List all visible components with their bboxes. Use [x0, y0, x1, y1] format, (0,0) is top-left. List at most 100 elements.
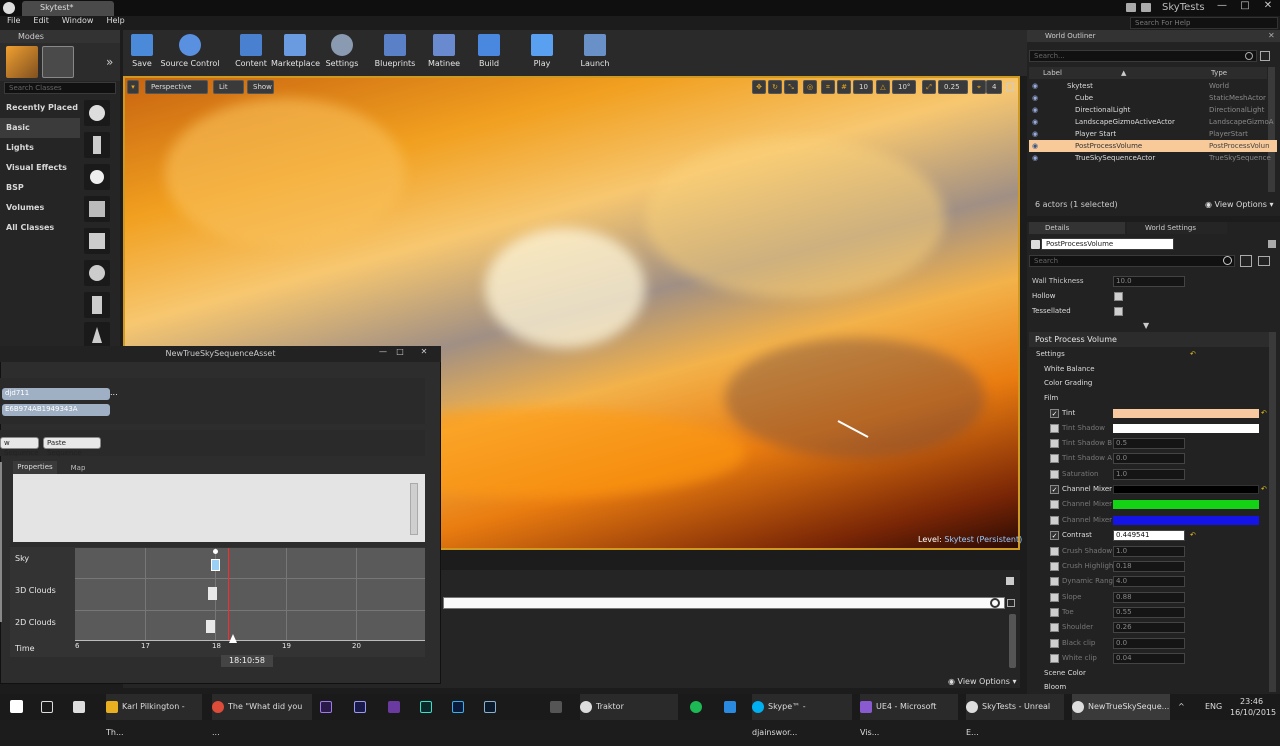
launch-button[interactable]: Launch — [580, 30, 610, 76]
matinee-button[interactable]: Matinee — [427, 30, 461, 76]
marketplace-button[interactable]: Marketplace — [271, 30, 320, 76]
white-clip-field[interactable]: 0.04 — [1113, 653, 1185, 664]
rotation-snap-icon[interactable]: △ — [876, 80, 890, 94]
lock-icon[interactable] — [1268, 240, 1276, 248]
taskbar-item-karl[interactable]: Karl Pilkington - Th... — [106, 694, 202, 737]
source-control-icon[interactable] — [1141, 3, 1151, 12]
perspective-button[interactable]: Perspective — [145, 80, 208, 94]
clock-time[interactable]: 23:46 — [1240, 697, 1263, 706]
properties-tab[interactable]: Properties — [13, 461, 57, 474]
checkbox[interactable] — [1050, 654, 1059, 663]
color-grading-group[interactable]: Color Grading — [1032, 376, 1278, 391]
toe-field[interactable]: 0.55 — [1113, 607, 1185, 618]
menu-help[interactable]: Help — [106, 16, 124, 25]
task-view-button[interactable] — [41, 694, 57, 720]
outliner-row[interactable]: ◉ Skytest World — [1029, 80, 1277, 92]
contrast-checkbox[interactable]: ✓ — [1050, 531, 1059, 540]
reset-arrow-icon[interactable]: ↶ — [1190, 528, 1196, 543]
channel-mixer-swatch[interactable] — [1113, 500, 1259, 509]
cube-thumb[interactable] — [84, 228, 110, 254]
minimize-button[interactable]: — — [1210, 0, 1234, 14]
settings-button[interactable]: Settings — [324, 30, 360, 76]
seq-ellipsis[interactable]: ... — [110, 388, 118, 397]
play-button[interactable]: Play — [528, 30, 556, 76]
details-tab[interactable]: Details — [1029, 222, 1125, 234]
live-button[interactable] — [550, 694, 566, 720]
eye-icon[interactable]: ◉ — [1032, 80, 1038, 92]
track-2d-clouds[interactable]: 2D Clouds — [15, 618, 56, 627]
empty-actor-thumb[interactable] — [84, 100, 110, 126]
lightroom-button[interactable] — [484, 694, 500, 720]
lock-icon[interactable] — [1006, 577, 1014, 585]
checkbox[interactable] — [1050, 639, 1059, 648]
rotate-icon[interactable]: ↻ — [768, 80, 782, 94]
2d-clouds-keyframe[interactable] — [206, 620, 215, 633]
tint-shadow-a-field[interactable]: 0.0 — [1113, 453, 1185, 464]
audition-button[interactable] — [420, 694, 436, 720]
checkbox[interactable] — [1050, 547, 1059, 556]
menu-window[interactable]: Window — [62, 16, 94, 25]
paint-mode-icon[interactable] — [42, 46, 74, 78]
category-visual-effects[interactable]: Visual Effects — [0, 158, 80, 178]
outliner-row[interactable]: ◉ Player Start PlayerStart — [1029, 128, 1277, 140]
property-matrix-icon[interactable] — [1240, 255, 1252, 267]
maximize-viewport-icon[interactable] — [1006, 83, 1014, 91]
category-all-classes[interactable]: All Classes — [0, 218, 80, 238]
crush-shadow-field[interactable]: 1.0 — [1113, 546, 1185, 557]
checkbox[interactable] — [1050, 454, 1059, 463]
maximize-button[interactable]: □ — [1233, 0, 1257, 14]
playhead[interactable] — [228, 548, 229, 640]
col-label[interactable]: Label — [1043, 67, 1062, 79]
scene-color-group[interactable]: Scene Color — [1032, 666, 1278, 681]
eye-icon[interactable]: ◉ — [1032, 116, 1038, 128]
build-button[interactable]: Build — [476, 30, 502, 76]
world-settings-tab[interactable]: World Settings — [1127, 222, 1227, 234]
eye-icon[interactable]: ◉ — [1032, 104, 1038, 116]
blueprints-button[interactable]: Blueprints — [373, 30, 417, 76]
settings-group[interactable]: Settings ↶ — [1032, 347, 1278, 362]
reset-arrow-icon[interactable]: ↶ — [1261, 406, 1267, 421]
filter-icon[interactable] — [1007, 599, 1015, 607]
seq-close-button[interactable]: ✕ — [417, 347, 431, 359]
checkbox[interactable] — [1050, 623, 1059, 632]
help-search-input[interactable]: Search For Help — [1130, 17, 1278, 29]
surface-snap-icon[interactable]: ⌗ — [821, 80, 835, 94]
tint-shadow-checkbox[interactable] — [1050, 424, 1059, 433]
shoulder-field[interactable]: 0.26 — [1113, 622, 1185, 633]
film-group[interactable]: Film — [1032, 391, 1278, 406]
bloom-group[interactable]: Bloom — [1032, 680, 1278, 695]
close-button[interactable]: ✕ — [1256, 0, 1280, 14]
category-lights[interactable]: Lights — [0, 138, 80, 158]
save-button[interactable]: Save — [126, 30, 158, 76]
visual-studio-button[interactable] — [388, 694, 404, 720]
photoshop-button[interactable] — [452, 694, 468, 720]
channel-mixer-swatch[interactable] — [1113, 485, 1259, 494]
outliner-view-options-button[interactable]: ◉ View Options ▾ — [1205, 200, 1274, 209]
outliner-row[interactable]: ◉ Cube StaticMeshActor — [1029, 92, 1277, 104]
eye-icon[interactable]: ◉ — [1032, 140, 1038, 152]
white-balance-group[interactable]: White Balance — [1032, 362, 1278, 377]
more-modes-icon[interactable]: » — [106, 55, 113, 69]
checkbox[interactable] — [1050, 608, 1059, 617]
menu-edit[interactable]: Edit — [33, 16, 49, 25]
world-space-icon[interactable]: ◎ — [803, 80, 817, 94]
sky-keyframe[interactable] — [211, 559, 220, 571]
translate-icon[interactable]: ✥ — [752, 80, 766, 94]
checkbox[interactable] — [1050, 516, 1059, 525]
taskbar-item-sequence[interactable]: NewTrueSkySeque... — [1072, 694, 1170, 720]
view-settings-icon[interactable] — [1258, 256, 1270, 266]
start-button[interactable] — [10, 694, 26, 720]
menu-file[interactable]: File — [7, 16, 20, 25]
reset-arrow-icon[interactable]: ↶ — [1261, 482, 1267, 497]
spotify-button[interactable] — [690, 694, 706, 720]
cone-thumb[interactable] — [84, 322, 110, 348]
tint-shadow-color-swatch[interactable] — [1113, 424, 1259, 433]
calculator-button[interactable] — [73, 694, 89, 720]
category-recently-placed[interactable]: Recently Placed — [0, 98, 80, 118]
sky-keyframe-top[interactable] — [213, 549, 218, 554]
scale-snap-value[interactable]: 0.25 — [938, 80, 968, 94]
outliner-row-selected[interactable]: ◉ PostProcessVolume PostProcessVolun — [1029, 140, 1277, 152]
point-light-thumb[interactable] — [84, 164, 110, 190]
checkbox[interactable] — [1050, 500, 1059, 509]
taskbar-item-skype[interactable]: Skype™ - djainswor... — [752, 694, 852, 737]
